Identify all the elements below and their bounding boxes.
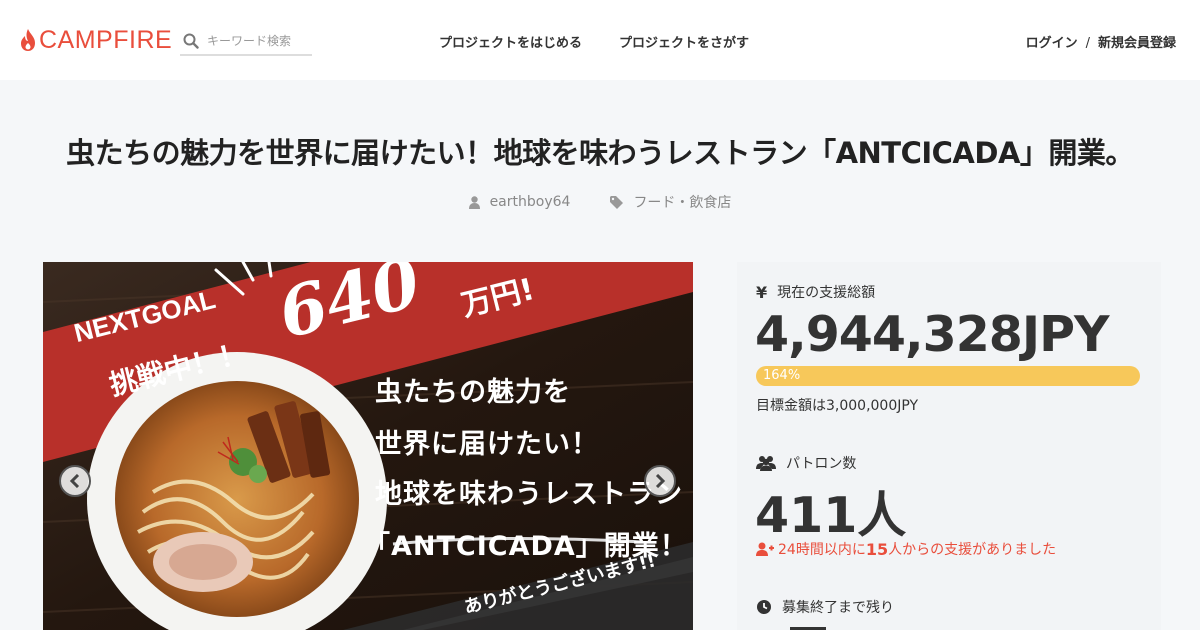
funded-amount: 4,944,328JPY — [755, 306, 1110, 363]
hero-copy-line: 世界に届けたい！ — [375, 429, 599, 460]
recent-prefix: 24時間以内に — [778, 542, 866, 558]
recent-support-text: 24時間以内に 15 人からの支援がありました — [756, 539, 1056, 559]
remaining-label: 募集終了まで残り — [782, 600, 894, 616]
recent-suffix: 人からの支援がありました — [888, 542, 1057, 558]
funding-progress-bar: 164% — [756, 366, 1140, 386]
users-icon — [756, 456, 776, 471]
login-link[interactable]: ログイン — [1026, 36, 1078, 51]
user-icon — [468, 195, 480, 209]
search-box[interactable] — [180, 28, 312, 56]
auth-links: ログイン / 新規会員登録 — [1026, 32, 1176, 51]
nav-start-project[interactable]: プロジェクトをはじめる — [439, 32, 582, 51]
project-title: 虫たちの魅力を世界に届けたい！地球を味わうレストラン「ANTCICADA」開業。 — [66, 136, 1134, 170]
campfire-logo[interactable]: CAMPFIRE — [20, 27, 172, 53]
nav-find-project[interactable]: プロジェクトをさがす — [619, 32, 749, 51]
flame-icon — [21, 29, 35, 51]
patrons-count: 411人 — [755, 487, 907, 544]
recent-count: 15 — [865, 539, 889, 559]
chevron-left-icon — [69, 474, 80, 488]
signup-link[interactable]: 新規会員登録 — [1098, 36, 1176, 51]
search-input[interactable] — [207, 34, 307, 48]
project-image-carousel[interactable]: NEXTGOAL 挑戦中！！ 640 万円! 虫たちの魅力を 世界に届けたい！ … — [43, 262, 693, 630]
carousel-next-button[interactable] — [644, 465, 676, 497]
funded-label-row: ¥ 現在の支援総額 — [756, 282, 875, 302]
chevron-right-icon — [655, 474, 666, 488]
user-plus-icon — [756, 542, 774, 556]
project-category[interactable]: フード・飲食店 — [610, 192, 731, 212]
project-owner[interactable]: earthboy64 — [468, 194, 571, 210]
search-icon[interactable] — [183, 33, 199, 49]
hero-copy-line: 地球を味わうレストラン — [375, 479, 683, 510]
logo-text: CAMPFIRE — [39, 26, 173, 54]
goal-amount-text: 目標金額は3,000,000JPY — [756, 398, 919, 414]
yen-icon: ¥ — [756, 282, 768, 302]
progress-percent: 164% — [763, 368, 801, 383]
funding-stats-panel: ¥ 現在の支援総額 4,944,328JPY 164% 目標金額は3,000,0… — [737, 262, 1161, 630]
hero-copy-line: 虫たちの魅力を — [375, 377, 571, 408]
owner-name[interactable]: earthboy64 — [490, 194, 571, 210]
project-meta: earthboy64 フード・飲食店 — [0, 192, 1200, 212]
patrons-label-row: パトロン数 — [756, 453, 856, 473]
category-name[interactable]: フード・飲食店 — [633, 192, 731, 212]
carousel-prev-button[interactable] — [59, 465, 91, 497]
patrons-label: パトロン数 — [786, 456, 857, 472]
tag-icon — [610, 195, 624, 209]
remaining-label-row: 募集終了まで残り — [756, 597, 894, 617]
progress-fill — [756, 366, 1140, 386]
funded-label: 現在の支援総額 — [777, 285, 876, 301]
auth-separator: / — [1085, 36, 1090, 51]
clock-icon — [757, 600, 771, 614]
site-header: CAMPFIRE プロジェクトをはじめる プロジェクトをさがす ログイン / 新規会… — [0, 0, 1200, 80]
